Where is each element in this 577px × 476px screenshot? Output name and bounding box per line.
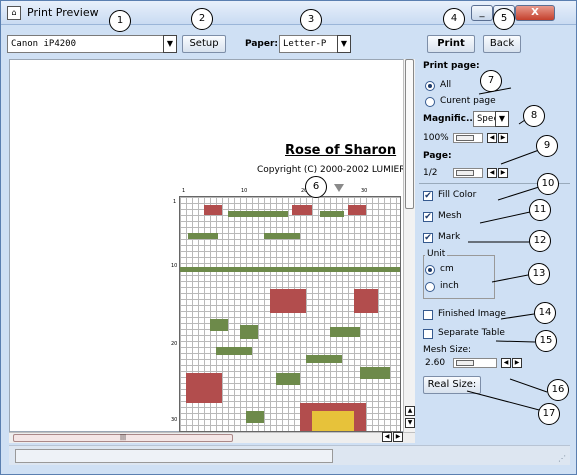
print-preview-window: ⌂ Print Preview _ □ X Canon iP4200 ▼ Set…	[0, 0, 577, 475]
callout-line-17	[466, 390, 544, 412]
callout-14: 14	[534, 302, 556, 324]
callout-8: 8	[523, 105, 545, 127]
callout-9: 9	[536, 135, 558, 157]
callout-2: 2	[191, 8, 213, 30]
callout-line-9	[500, 149, 540, 165]
callout-line-13	[491, 274, 529, 283]
callout-3: 3	[300, 9, 322, 31]
callout-10: 10	[537, 173, 559, 195]
callout-5: 5	[493, 8, 515, 30]
callout-line-15	[495, 340, 536, 343]
callout-17: 17	[538, 403, 560, 425]
callout-line-14	[500, 313, 535, 320]
callout-4: 4	[443, 8, 465, 30]
callout-line-11	[479, 211, 531, 224]
callout-16: 16	[547, 379, 569, 401]
callout-11: 11	[529, 199, 551, 221]
callout-6: 6	[305, 176, 327, 198]
callout-15: 15	[535, 330, 557, 352]
callout-7: 7	[480, 70, 502, 92]
callout-12: 12	[529, 230, 551, 252]
callout-13: 13	[528, 263, 550, 285]
callout-line-16	[509, 378, 548, 393]
callout-line-10	[497, 186, 540, 201]
callout-1: 1	[109, 10, 131, 32]
